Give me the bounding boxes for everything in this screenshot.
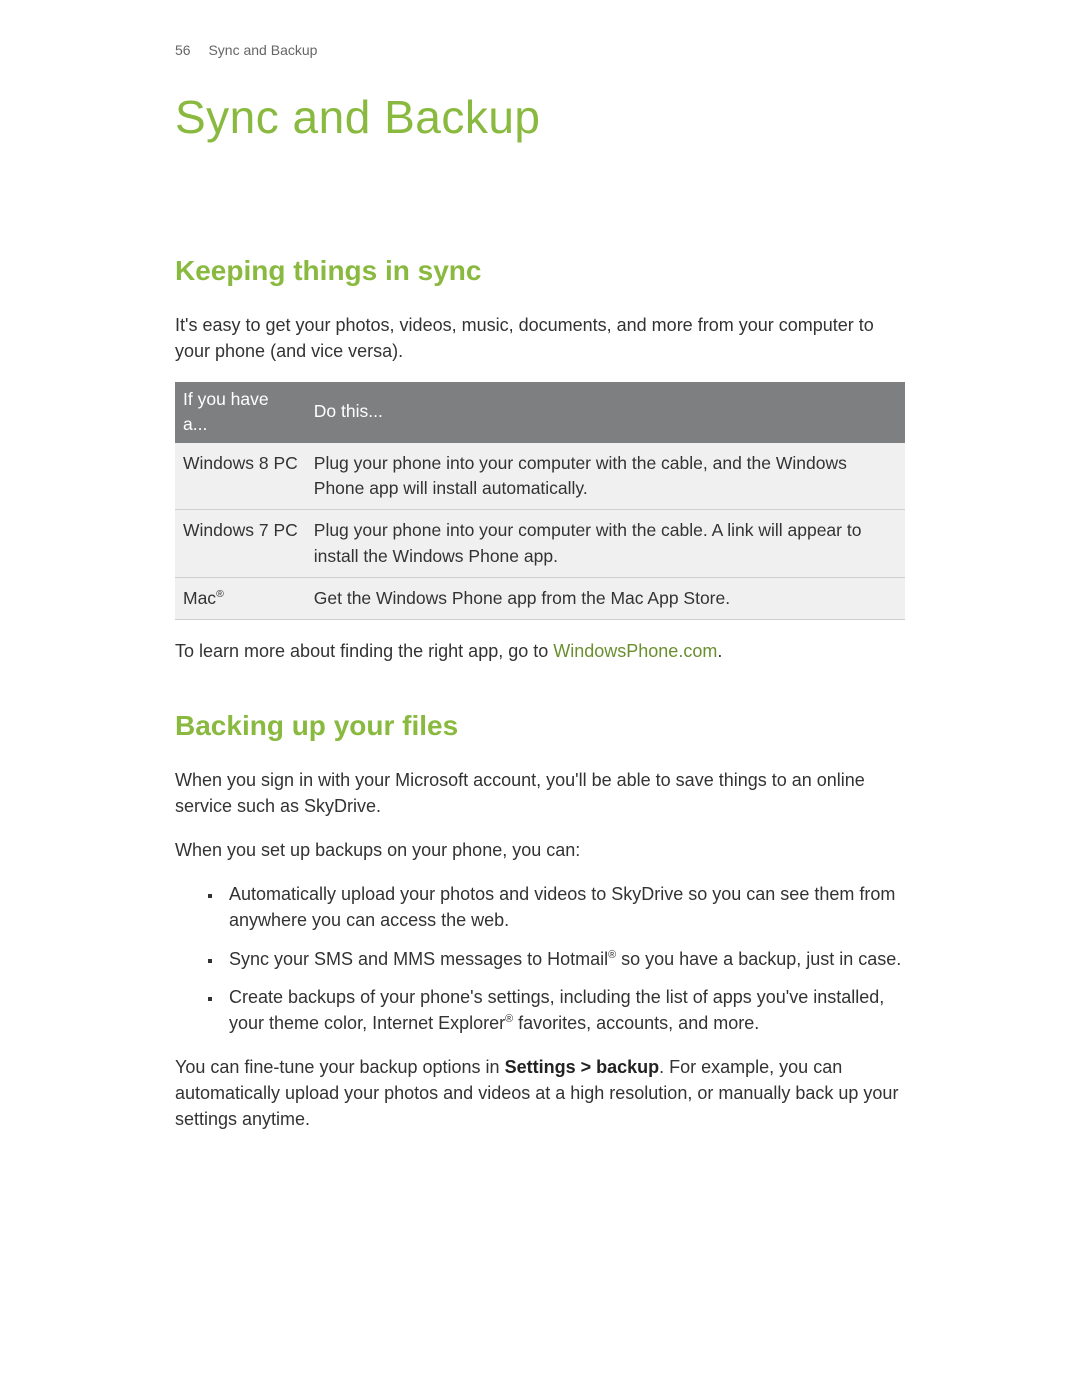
table-cell-action: Plug your phone into your computer with … [306,443,905,510]
list-item: Sync your SMS and MMS messages to Hotmai… [223,946,905,972]
intro-paragraph: It's easy to get your photos, videos, mu… [175,312,905,364]
list-item: Automatically upload your photos and vid… [223,881,905,933]
table-cell-device: Mac® [175,578,306,620]
table-cell-action: Plug your phone into your computer with … [306,510,905,578]
table-cell-device: Windows 7 PC [175,510,306,578]
table-cell-action: Get the Windows Phone app from the Mac A… [306,578,905,620]
table-header-col1: If you have a... [175,382,306,443]
list-item: Create backups of your phone's settings,… [223,984,905,1036]
sync-table: If you have a... Do this... Windows 8 PC… [175,382,905,621]
backup-paragraph-3: You can fine-tune your backup options in… [175,1054,905,1132]
registered-mark: ® [505,1013,513,1025]
table-row: Mac® Get the Windows Phone app from the … [175,578,905,620]
section-heading-keeping-sync: Keeping things in sync [175,251,905,292]
table-header-col2: Do this... [306,382,905,443]
windowsphone-link[interactable]: WindowsPhone.com [553,641,717,661]
section-heading-backing-up: Backing up your files [175,706,905,747]
table-cell-device: Windows 8 PC [175,443,306,510]
page-header-section: Sync and Backup [208,42,317,58]
settings-path: Settings > backup [505,1057,660,1077]
page-title: Sync and Backup [175,84,905,151]
table-row: Windows 8 PC Plug your phone into your c… [175,443,905,510]
registered-mark: ® [608,949,616,961]
backup-paragraph-2: When you set up backups on your phone, y… [175,837,905,863]
page-number: 56 [175,42,191,58]
table-row: Windows 7 PC Plug your phone into your c… [175,510,905,578]
registered-mark: ® [216,588,224,600]
backup-paragraph-1: When you sign in with your Microsoft acc… [175,767,905,819]
outro-paragraph: To learn more about finding the right ap… [175,638,905,664]
backup-bullet-list: Automatically upload your photos and vid… [223,881,905,1035]
page-header: 56 Sync and Backup [175,40,905,60]
